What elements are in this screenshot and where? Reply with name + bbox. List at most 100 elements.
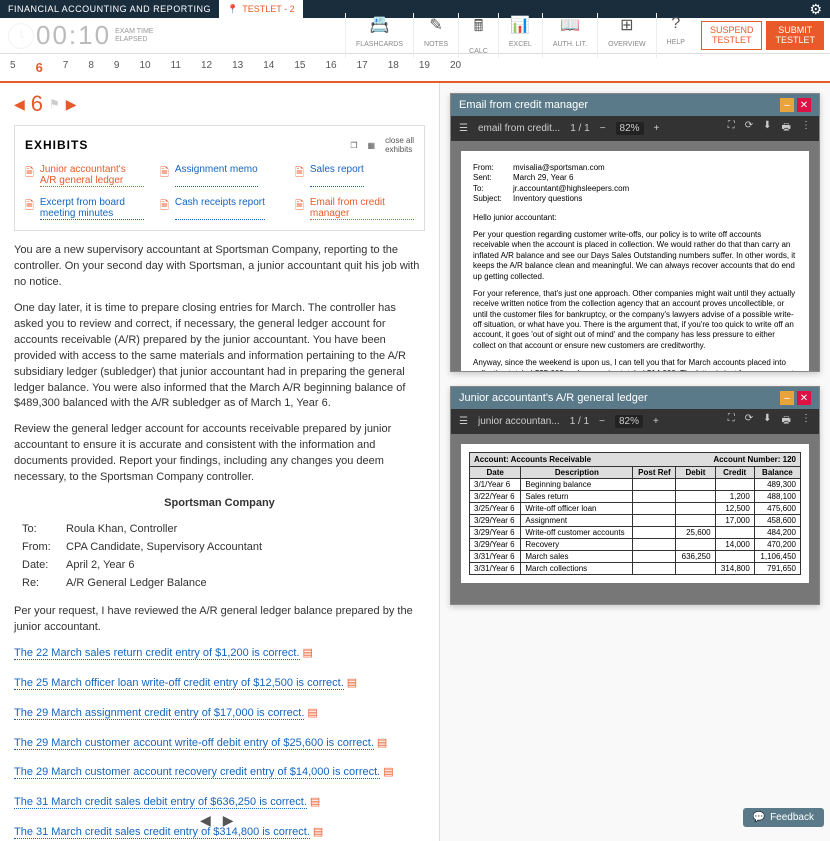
menu-icon[interactable]: ☰ — [459, 416, 468, 427]
qnav-item-15[interactable]: 15 — [284, 58, 315, 77]
more-icon[interactable]: ⋮ — [801, 120, 811, 137]
exhibit-link[interactable]: 🗎 Cash receipts report — [160, 197, 279, 220]
edit-icon[interactable]: ▤ — [313, 825, 323, 841]
close-icon[interactable]: ✕ — [797, 391, 811, 405]
print-icon[interactable]: 🖶 — [782, 413, 791, 430]
rotate-icon[interactable]: ⟳ — [745, 120, 753, 137]
bottom-nav: ◀ ▶ — [200, 812, 234, 829]
memo-block: To:Roula Khan, Controller From:CPA Candi… — [22, 522, 425, 592]
zoom-out-icon[interactable]: − — [599, 416, 605, 427]
table-row: 3/29/Year 6Write-off customer accounts25… — [470, 527, 801, 539]
tool-flashcards[interactable]: 📇FLASHCARDS — [345, 13, 413, 58]
edit-icon[interactable]: ▤ — [307, 706, 317, 722]
testlet-tab[interactable]: 📍 TESTLET - 2 — [219, 0, 303, 18]
memo-to-v: Roula Khan, Controller — [66, 522, 177, 538]
bottom-next-icon[interactable]: ▶ — [223, 812, 234, 829]
em-greet: Hello junior accountant: — [473, 213, 797, 223]
edit-icon[interactable]: ▤ — [347, 676, 357, 692]
tool-label: AUTH. LIT. — [553, 41, 587, 48]
exhibit-link[interactable]: 🗎Excerpt from board meeting minutes — [25, 197, 144, 220]
next-question-icon[interactable]: ▶ — [66, 96, 77, 113]
doc-icon: 🗎 — [160, 164, 169, 187]
qnav-item-20[interactable]: 20 — [440, 58, 471, 77]
tile-icon[interactable]: ▦ — [368, 141, 376, 150]
qnav-item-18[interactable]: 18 — [378, 58, 409, 77]
bottom-prev-icon[interactable]: ◀ — [200, 812, 211, 829]
em-p1: Per your question regarding customer wri… — [473, 230, 797, 282]
qnav-item-6[interactable]: 6 — [26, 58, 53, 77]
more-icon[interactable]: ⋮ — [801, 413, 811, 430]
em-sent-v: March 29, Year 6 — [513, 173, 573, 183]
tool-icon: 📊 — [509, 15, 532, 35]
col-debit: Debit — [676, 467, 715, 479]
tool-label: EXCEL — [509, 41, 532, 48]
edit-icon[interactable]: ▤ — [383, 765, 393, 781]
zoom-in-icon[interactable]: + — [653, 416, 659, 427]
qnav-item-7[interactable]: 7 — [53, 58, 79, 77]
flag-icon[interactable]: ⚑ — [49, 97, 60, 111]
qnav-item-13[interactable]: 13 — [222, 58, 253, 77]
exhibit-link[interactable]: 🗎Sales report — [295, 164, 414, 187]
download-icon[interactable]: ⬇ — [763, 120, 771, 137]
tool-icon: ⊞ — [608, 15, 646, 35]
print-icon[interactable]: 🖶 — [782, 120, 791, 137]
minimize-icon[interactable]: – — [780, 98, 794, 112]
entry-link[interactable]: The 25 March officer loan write-off cred… — [14, 677, 344, 690]
qnav-item-10[interactable]: 10 — [129, 58, 160, 77]
gear-icon[interactable]: ⚙ — [809, 1, 830, 18]
exhibit-link[interactable]: 🗎Email from credit manager — [295, 197, 414, 220]
memo-date-v: April 2, Year 6 — [66, 558, 135, 574]
menu-icon[interactable]: ☰ — [459, 123, 468, 134]
tool-help[interactable]: ?HELP — [656, 13, 695, 58]
company-name: Sportsman Company — [14, 496, 425, 512]
fit-page-icon[interactable]: ⛶ — [728, 413, 735, 430]
close-icon[interactable]: ✕ — [797, 98, 811, 112]
qnav-item-17[interactable]: 17 — [347, 58, 378, 77]
minimize-icon[interactable]: – — [780, 391, 794, 405]
feedback-button[interactable]: 💬 Feedback — [743, 808, 824, 827]
submit-button[interactable]: SUBMIT TESTLET — [766, 21, 824, 51]
exhibit-label: Cash receipts report — [175, 197, 265, 220]
entry-link[interactable]: The 29 March customer account write-off … — [14, 737, 374, 750]
zoom-in-icon[interactable]: + — [654, 123, 660, 134]
pdf-page: 1 / 1 — [570, 123, 589, 134]
doc-icon: 🗎 — [160, 197, 169, 220]
entry-link[interactable]: The 22 March sales return credit entry o… — [14, 647, 300, 660]
qnav-item-12[interactable]: 12 — [191, 58, 222, 77]
timer-time: 00:10 — [36, 20, 111, 51]
rotate-icon[interactable]: ⟳ — [745, 413, 753, 430]
table-row: 3/29/Year 6Recovery14,000470,200 — [470, 539, 801, 551]
para-1: You are a new supervisory accountant at … — [14, 243, 425, 291]
tool-overview[interactable]: ⊞OVERVIEW — [597, 13, 656, 58]
qnav-item-9[interactable]: 9 — [104, 58, 130, 77]
zoom-out-icon[interactable]: − — [600, 123, 606, 134]
question-number: 6 — [31, 91, 43, 117]
exhibit-link[interactable]: 🗎Junior accountant's A/R general ledger — [25, 164, 144, 187]
entry-link[interactable]: The 31 March credit sales debit entry of… — [14, 796, 307, 809]
download-icon[interactable]: ⬇ — [763, 413, 771, 430]
qnav-item-19[interactable]: 19 — [409, 58, 440, 77]
entry-link[interactable]: The 29 March customer account recovery c… — [14, 766, 380, 779]
prev-question-icon[interactable]: ◀ — [14, 96, 25, 113]
ledger-table: Date Description Post Ref Debit Credit B… — [469, 466, 801, 575]
edit-icon[interactable]: ▤ — [303, 646, 313, 662]
para-3: Review the general ledger account for ac… — [14, 422, 425, 486]
doc-icon: 🗎 — [295, 164, 304, 187]
edit-icon[interactable]: ▤ — [377, 736, 387, 752]
qnav-item-8[interactable]: 8 — [78, 58, 104, 77]
qnav-item-14[interactable]: 14 — [253, 58, 284, 77]
exhibit-link[interactable]: 🗎Assignment memo — [160, 164, 279, 187]
cascade-icon[interactable]: ❐ — [350, 141, 357, 150]
entry-link[interactable]: The 29 March assignment credit entry of … — [14, 707, 304, 720]
tool-excel[interactable]: 📊 EXCEL — [498, 13, 542, 58]
fit-page-icon[interactable]: ⛶ — [728, 120, 735, 137]
suspend-button[interactable]: SUSPEND TESTLET — [701, 21, 763, 51]
tool-notes[interactable]: ✎NOTES — [413, 13, 458, 58]
qnav-item-16[interactable]: 16 — [316, 58, 347, 77]
close-all-exhibits[interactable]: close all exhibits — [385, 136, 414, 154]
edit-icon[interactable]: ▤ — [310, 795, 320, 811]
tool-auth. lit.[interactable]: 📖AUTH. LIT. — [542, 13, 597, 58]
tool-calc[interactable]: 🖩CALC — [458, 13, 498, 58]
qnav-item-5[interactable]: 5 — [0, 58, 26, 77]
qnav-item-11[interactable]: 11 — [161, 58, 191, 77]
